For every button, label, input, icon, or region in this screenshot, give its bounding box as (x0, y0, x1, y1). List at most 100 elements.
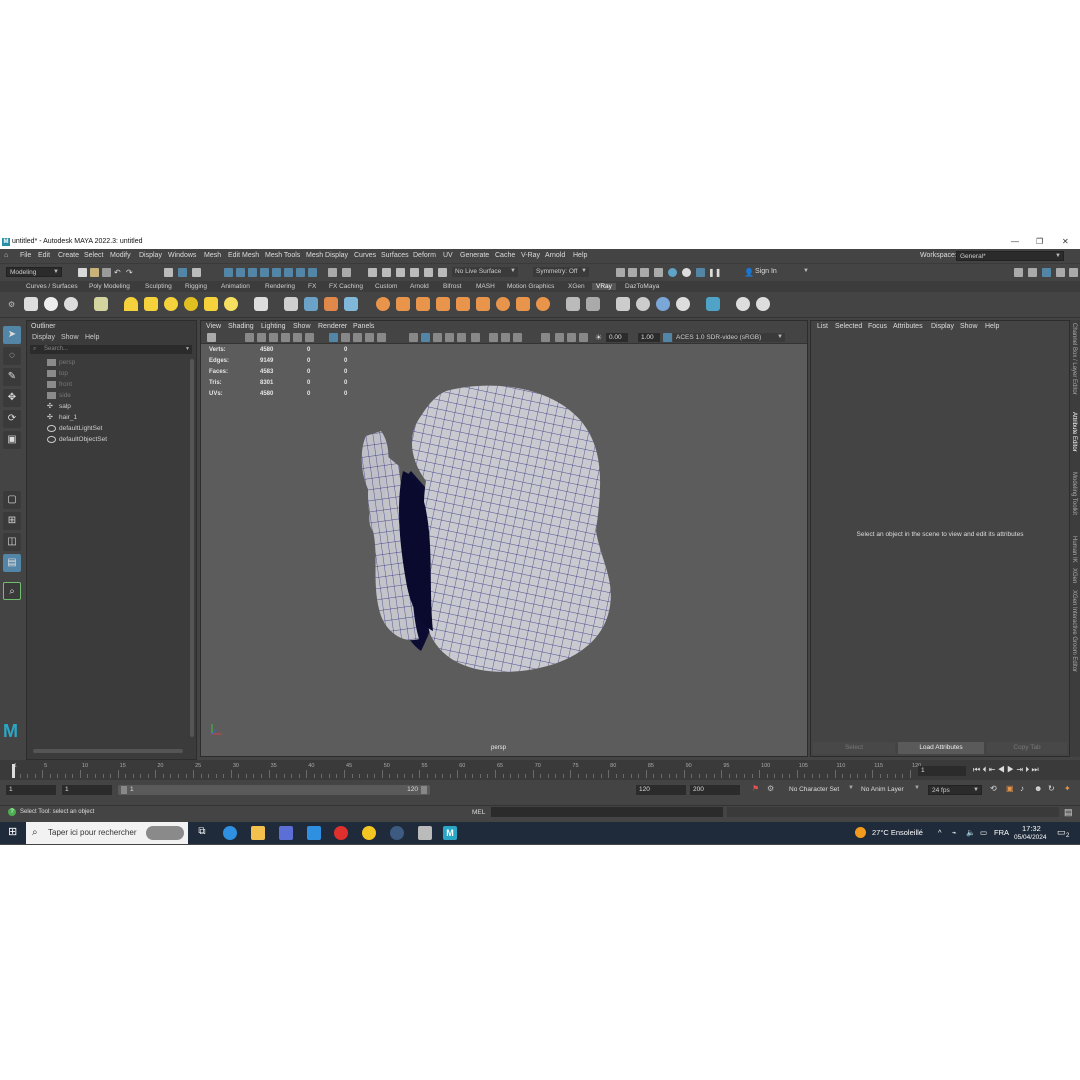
render-settings-icon[interactable] (654, 268, 663, 277)
select-button[interactable]: Select (813, 742, 895, 754)
vray-render-icon[interactable] (696, 268, 705, 277)
menu-surfaces[interactable]: Surfaces (381, 252, 409, 259)
color-management-icon[interactable] (663, 333, 672, 342)
loop-icon[interactable]: ⟲ (990, 784, 997, 793)
shelf-tab-motion-graphics[interactable]: Motion Graphics (507, 283, 554, 290)
weather-text[interactable]: 27°C Ensoleillé (872, 828, 923, 837)
history-icon[interactable] (342, 268, 351, 277)
render-frame-icon[interactable] (616, 268, 625, 277)
refresh-icon[interactable]: ↻ (1048, 784, 1055, 793)
hair-mesh[interactable] (351, 381, 621, 681)
volume-icon[interactable] (476, 297, 490, 311)
outliner-item[interactable]: side (47, 390, 187, 401)
attribute-editor-toggle-icon[interactable] (1042, 268, 1051, 277)
outliner-item[interactable]: ✣ salp (47, 401, 187, 412)
channel-box-icon[interactable] (1069, 268, 1078, 277)
shelf-tab-sculpting[interactable]: Sculpting (145, 283, 172, 290)
menu-mesh[interactable]: Mesh (204, 252, 221, 259)
side-tab-human-ik[interactable]: Human IK (1071, 536, 1077, 563)
snap-point-icon[interactable] (248, 268, 257, 277)
step-back-key-icon[interactable]: ⏴ (982, 765, 986, 774)
xray-icon[interactable] (409, 333, 418, 342)
anim-layer-value[interactable]: No Anim Layer (861, 786, 904, 793)
character-icon[interactable]: ☻ (1034, 784, 1042, 793)
select-hierarchy-icon[interactable] (164, 268, 173, 277)
outliner-item[interactable]: top (47, 368, 187, 379)
side-tab-xgen-groom[interactable]: XGen Interactive Groom Editor (1071, 590, 1077, 672)
grease-pencil-icon[interactable] (555, 333, 564, 342)
camera-attributes-icon[interactable] (245, 333, 254, 342)
single-view-icon[interactable]: ▢ (3, 491, 21, 509)
sphere-light-icon[interactable] (164, 297, 178, 311)
bookmark-icon[interactable] (257, 333, 266, 342)
lasso-tool-icon[interactable]: ◌ (3, 347, 21, 365)
file-explorer-icon[interactable] (251, 826, 265, 840)
outliner-menu-display[interactable]: Display (32, 334, 55, 341)
hypershade-icon[interactable] (668, 268, 677, 277)
battery-icon[interactable]: ▭ (980, 828, 987, 837)
current-time-indicator[interactable] (12, 764, 15, 778)
viewport-menu-shading[interactable]: Shading (228, 323, 254, 330)
two-view-icon[interactable]: ◫ (3, 533, 21, 551)
shelf-tab-rendering[interactable]: Rendering (265, 283, 295, 290)
color-palette-icon[interactable] (636, 297, 650, 311)
menu-mesh-tools[interactable]: Mesh Tools (265, 252, 300, 259)
menu-vray[interactable]: V-Ray (521, 252, 540, 259)
chevron-up-icon[interactable]: ^ (938, 828, 942, 837)
safe-action-icon[interactable] (579, 333, 588, 342)
mesh-light-icon[interactable] (184, 297, 198, 311)
pause-icon[interactable]: ❚❚ (708, 268, 721, 277)
menu-arnold[interactable]: Arnold (545, 252, 565, 259)
gamma-field[interactable]: 1.00 (638, 333, 660, 342)
step-back-frame-icon[interactable]: ⇤ (989, 765, 996, 774)
menu-edit[interactable]: Edit (38, 252, 50, 259)
menu-file[interactable]: File (20, 252, 31, 259)
workspace-dropdown[interactable]: General* ▼ (956, 251, 1064, 261)
shelf-tab-bifrost[interactable]: Bifrost (443, 283, 461, 290)
outliner-layout-icon[interactable]: ▤ (3, 554, 21, 572)
vray-frame-buffer-icon[interactable] (94, 297, 108, 311)
vray-settings-icon[interactable] (64, 297, 78, 311)
playback-end-field[interactable]: 120 (636, 785, 686, 795)
chrome-icon[interactable] (362, 826, 376, 840)
range-start-handle[interactable] (121, 786, 127, 794)
restore-icon[interactable]: ❐ (1036, 237, 1043, 246)
outliner-search-input[interactable]: ⌕ Search... ▼ (30, 345, 192, 354)
side-tab-attribute-editor[interactable]: Attribute Editor (1071, 412, 1077, 452)
magnet-icon[interactable] (438, 268, 447, 277)
edge-icon[interactable] (223, 826, 237, 840)
vray-plane-icon[interactable] (254, 297, 268, 311)
taskbar-search-input[interactable]: ⌕ Taper ici pour rechercher (26, 822, 188, 844)
ipr-render-icon[interactable] (640, 268, 649, 277)
network-icon[interactable]: ⌁ (952, 828, 957, 837)
vray-vision-icon[interactable] (756, 297, 770, 311)
shelf-tab-daztomaya[interactable]: DazToMaya (625, 283, 659, 290)
playback-start-field[interactable]: 1 (62, 785, 112, 795)
undo-icon[interactable]: ↶ (114, 268, 123, 277)
wireframe-icon[interactable] (329, 333, 338, 342)
render-elements-icon[interactable] (656, 297, 670, 311)
render-view-icon[interactable] (682, 268, 691, 277)
ae-menu-attributes[interactable]: Attributes (893, 323, 923, 330)
motion-blur-icon[interactable] (471, 333, 480, 342)
camera-icon[interactable] (207, 333, 216, 342)
auto-key-icon[interactable]: ⚑ (752, 784, 759, 793)
snap-grid-icon[interactable] (224, 268, 233, 277)
scene-end-field[interactable]: 200 (690, 785, 740, 795)
menu-mesh-display[interactable]: Mesh Display (306, 252, 348, 259)
search-icon[interactable]: ⌕ (3, 582, 21, 600)
hud-icon[interactable] (541, 333, 550, 342)
dome-light-icon[interactable] (124, 297, 138, 311)
key-preferences-icon[interactable]: ⚙ (767, 784, 774, 793)
magnet-icon[interactable] (382, 268, 391, 277)
rect-light-icon[interactable] (144, 297, 158, 311)
screen-space-ao-icon[interactable] (457, 333, 466, 342)
vray-render-icon[interactable] (24, 297, 38, 311)
script-editor-icon[interactable]: ▤ (1064, 807, 1073, 818)
snap-face-icon[interactable] (296, 268, 305, 277)
cache-icon[interactable]: ▣ (1006, 784, 1014, 793)
outliner-item[interactable]: persp (47, 357, 187, 368)
go-to-end-icon[interactable]: ⏭ (1032, 765, 1039, 774)
fps-dropdown[interactable]: 24 fps ▼ (928, 785, 982, 795)
outliner-item[interactable]: defaultLightSet (47, 423, 187, 434)
